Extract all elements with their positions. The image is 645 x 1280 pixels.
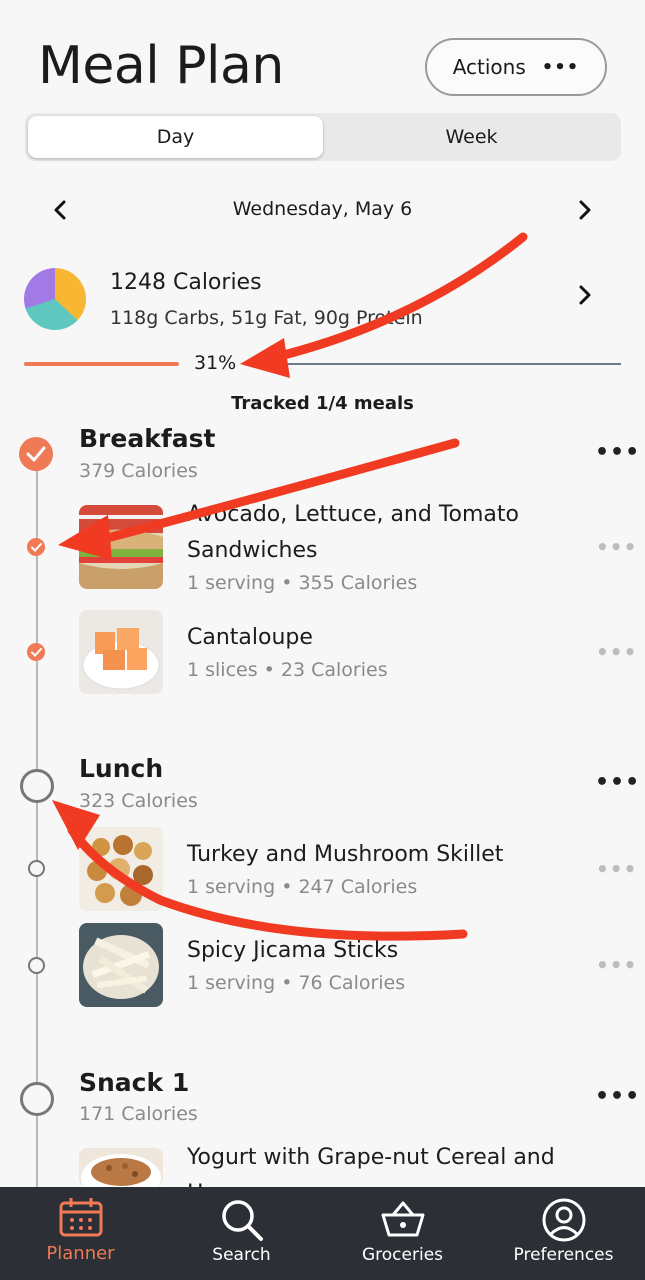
meal-calories-breakfast: 379 Calories xyxy=(79,460,198,482)
food-more-icon[interactable]: ••• xyxy=(596,640,637,664)
food-unchecked-icon[interactable] xyxy=(28,957,45,974)
food-more-icon[interactable]: ••• xyxy=(596,857,637,881)
page-title: Meal Plan xyxy=(38,36,284,96)
food-thumbnail-jicama[interactable] xyxy=(79,923,163,1007)
meal-more-icon[interactable]: ••• xyxy=(595,440,640,465)
food-name[interactable]: Avocado, Lettuce, and Tomato xyxy=(187,497,519,533)
meal-unchecked-icon[interactable] xyxy=(20,1082,54,1116)
tab-label: Preferences xyxy=(513,1245,614,1265)
macro-pie-chart xyxy=(24,268,86,330)
meal-calories-snack: 171 Calories xyxy=(79,1103,198,1125)
calendar-icon xyxy=(58,1197,104,1241)
food-name-line2[interactable]: H... xyxy=(187,1176,224,1187)
meal-more-icon[interactable]: ••• xyxy=(595,1084,640,1109)
food-meta: 1 serving • 76 Calories xyxy=(187,972,406,994)
food-thumbnail-skillet[interactable] xyxy=(79,827,163,911)
meal-more-icon[interactable]: ••• xyxy=(595,770,640,795)
tab-week[interactable]: Week xyxy=(325,116,618,158)
tab-planner[interactable]: Planner xyxy=(0,1187,161,1280)
arrow-head xyxy=(240,338,290,378)
summary-macros: 118g Carbs, 51g Fat, 90g Protein xyxy=(110,307,423,329)
bottom-tab-bar: Planner Search Groceries Preferences xyxy=(0,1187,645,1280)
tab-label: Search xyxy=(212,1245,271,1265)
summary-chevron-right-icon[interactable] xyxy=(578,285,592,309)
meal-title-breakfast: Breakfast xyxy=(79,424,216,453)
actions-label: Actions xyxy=(452,55,526,79)
chevron-right-icon[interactable] xyxy=(571,196,599,224)
tab-day[interactable]: Day xyxy=(28,116,323,158)
food-name[interactable]: Spicy Jicama Sticks xyxy=(187,933,398,969)
food-meta: 1 serving • 247 Calories xyxy=(187,876,418,898)
food-thumbnail-cantaloupe[interactable] xyxy=(79,610,163,694)
food-unchecked-icon[interactable] xyxy=(28,860,45,877)
date-label: Wednesday, May 6 xyxy=(232,198,413,220)
tab-preferences[interactable]: Preferences xyxy=(483,1187,644,1280)
food-more-icon[interactable]: ••• xyxy=(596,535,637,559)
progress-percent: 31% xyxy=(190,352,241,374)
food-name[interactable]: Cantaloupe xyxy=(187,620,313,656)
food-checked-icon[interactable] xyxy=(27,643,45,661)
meal-title-snack: Snack 1 xyxy=(79,1068,190,1097)
food-thumbnail-sandwich[interactable] xyxy=(79,505,163,589)
food-more-icon[interactable]: ••• xyxy=(596,953,637,977)
food-thumbnail-yogurt[interactable] xyxy=(79,1148,163,1187)
view-toggle: Day Week xyxy=(25,113,621,161)
tab-label: Groceries xyxy=(361,1245,444,1265)
food-meta: 1 serving • 355 Calories xyxy=(187,572,418,594)
ellipsis-icon: ••• xyxy=(541,56,580,78)
tracked-meals-label: Tracked 1/4 meals xyxy=(231,393,414,414)
summary-calories[interactable]: 1248 Calories xyxy=(110,270,262,295)
food-checked-icon[interactable] xyxy=(27,538,45,556)
meal-checked-icon[interactable] xyxy=(19,437,53,471)
food-meta: 1 slices • 23 Calories xyxy=(187,659,388,681)
progress-fill xyxy=(24,362,179,366)
meal-unchecked-icon[interactable] xyxy=(20,769,54,803)
progress-bar xyxy=(24,362,621,366)
meal-title-lunch: Lunch xyxy=(79,754,164,783)
user-icon xyxy=(541,1197,587,1247)
tab-groceries[interactable]: Groceries xyxy=(322,1187,483,1280)
food-name[interactable]: Turkey and Mushroom Skillet xyxy=(187,837,503,873)
food-name[interactable]: Yogurt with Grape-nut Cereal and xyxy=(187,1140,555,1176)
date-navigation: Wednesday, May 6 xyxy=(0,185,645,233)
meal-calories-lunch: 323 Calories xyxy=(79,790,198,812)
basket-icon xyxy=(380,1199,426,1243)
progress-track xyxy=(269,363,621,365)
tab-label: Planner xyxy=(46,1243,115,1264)
food-name-line2[interactable]: Sandwiches xyxy=(187,533,318,569)
actions-button[interactable]: Actions ••• xyxy=(425,38,607,96)
search-icon xyxy=(219,1197,265,1247)
tab-search[interactable]: Search xyxy=(161,1187,322,1280)
